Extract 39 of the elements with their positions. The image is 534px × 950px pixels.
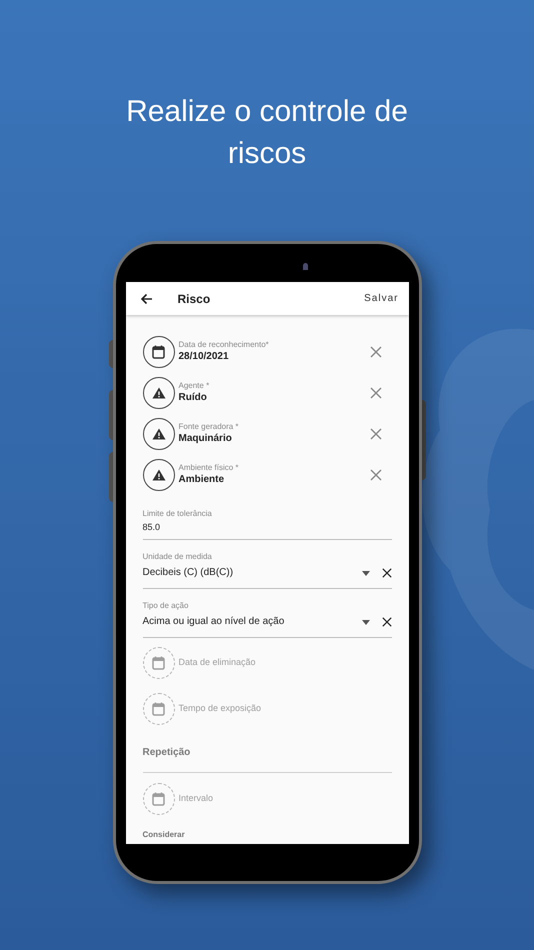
clear-icon[interactable] [382,617,392,627]
warning-icon [152,428,166,440]
calendar-icon [152,344,165,358]
lookup-button[interactable] [142,376,174,408]
clear-icon[interactable] [382,568,392,578]
field-label: Intervalo [178,792,214,806]
field-value: Ambiente [178,472,226,486]
screen-title: Risco [178,290,210,308]
calendar-icon [152,702,165,716]
save-button[interactable]: Salvar [364,291,398,306]
field-label: Data de reconhecimento* [178,340,269,350]
field-label: Tempo de exposição [178,702,262,716]
calendar-icon [152,656,165,670]
field-label: Data de eliminação [178,656,256,670]
headline: Realize o controle de riscos [125,94,409,172]
dropdown-field[interactable]: Acima ou igual ao nível de ação [142,615,392,638]
input-field[interactable]: 85.0 [142,520,392,540]
calendar-icon [152,792,165,806]
field-label: Fonte geradora * [178,422,239,432]
date-picker-button[interactable] [142,336,174,368]
field-label: Unidade de medida [142,552,213,562]
back-arrow-icon[interactable] [140,292,152,304]
warning-icon [152,468,166,480]
dropdown-caret-icon[interactable] [362,620,370,624]
subheading: Considerar [142,830,186,840]
field-value: Ruído [178,390,208,404]
camera-icon [302,263,308,270]
field-label: Ambiente físico * [178,462,239,472]
field-label: Limite de tolerância [142,509,213,519]
dropdown-caret-icon[interactable] [362,570,370,576]
dropdown-field[interactable]: Decibeis (C) (dB(C)) [142,566,392,589]
lookup-button[interactable] [142,418,174,450]
section-heading: Repetição [142,746,192,760]
lookup-button[interactable] [142,458,174,490]
field-value: Maquinário [178,432,233,446]
warning-icon [152,386,166,398]
field-label: Tipo de ação [142,601,190,611]
field-value: 28/10/2021 [178,350,230,364]
field-label: Agente * [178,380,210,390]
